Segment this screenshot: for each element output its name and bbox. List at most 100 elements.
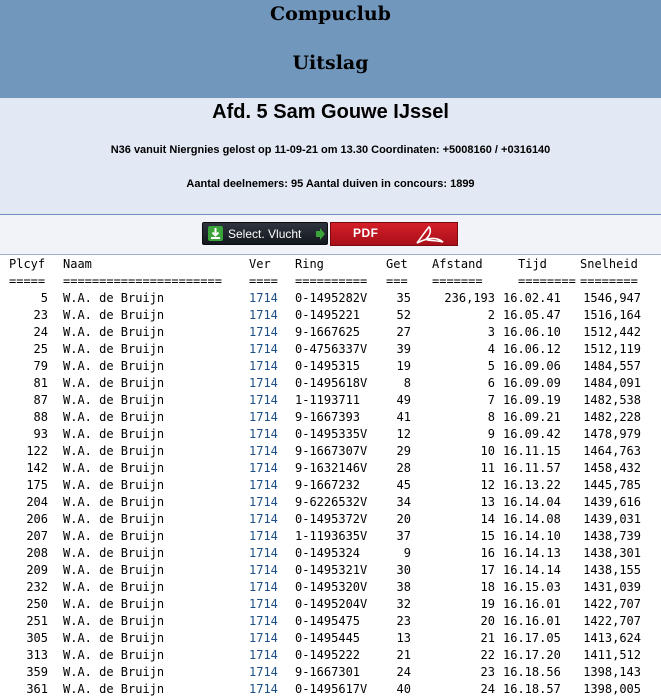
vereniging-link[interactable]: 1714 bbox=[249, 376, 278, 390]
sep-snelheid: ======== bbox=[580, 274, 638, 288]
participants-summary: Aantal deelnemers: 95 Aantal duiven in c… bbox=[186, 178, 475, 190]
cell-naam: W.A. de Bruijn bbox=[63, 359, 165, 373]
vereniging-link[interactable]: 1714 bbox=[249, 325, 278, 339]
cell-ring: 9-1667625 bbox=[295, 325, 361, 339]
cell-afstand: 11 bbox=[480, 461, 495, 475]
cell-plcyf: 142 bbox=[26, 461, 48, 475]
vereniging-link[interactable]: 1714 bbox=[249, 512, 278, 526]
vereniging-link[interactable]: 1714 bbox=[249, 393, 278, 407]
table-row: 313 W.A. de Bruijn 1714 0-1495222 21 22 16.17.… bbox=[0, 648, 661, 665]
cell-ring: 9-1667393 bbox=[295, 410, 361, 424]
cell-afstand: 15 bbox=[480, 529, 495, 543]
vereniging-link[interactable]: 1714 bbox=[249, 410, 278, 424]
vereniging-link[interactable]: 1714 bbox=[249, 546, 278, 560]
cell-tijd: 16.11.15 bbox=[503, 444, 561, 458]
cell-snelheid: 1445,785 bbox=[583, 478, 641, 492]
cell-tijd: 16.15.03 bbox=[503, 580, 561, 594]
cell-get: 39 bbox=[396, 342, 411, 356]
cell-snelheid: 1482,538 bbox=[583, 393, 641, 407]
race-info-panel: Afd. 5 Sam Gouwe IJssel N36 vanuit Nierg… bbox=[0, 98, 661, 215]
cell-ring: 1-1193635V bbox=[295, 529, 368, 543]
vereniging-link[interactable]: 1714 bbox=[249, 529, 278, 543]
cell-plcyf: 206 bbox=[26, 512, 48, 526]
cell-get: 45 bbox=[396, 478, 411, 492]
vereniging-link[interactable]: 1714 bbox=[249, 682, 278, 696]
cell-ring: 0-1495324 bbox=[295, 546, 361, 560]
table-row: 93 W.A. de Bruijn 1714 0-1495335V 12 9 16.09.4… bbox=[0, 427, 661, 444]
cell-ring: 0-1495282V bbox=[295, 291, 368, 305]
cell-naam: W.A. de Bruijn bbox=[63, 529, 165, 543]
sep-afstand: ======= bbox=[432, 274, 483, 288]
cell-ring: 9-1667307V bbox=[295, 444, 368, 458]
table-row: 359 W.A. de Bruijn 1714 9-1667301 24 23 16.18.… bbox=[0, 665, 661, 682]
vereniging-link[interactable]: 1714 bbox=[249, 444, 278, 458]
vereniging-link[interactable]: 1714 bbox=[249, 461, 278, 475]
cell-naam: W.A. de Bruijn bbox=[63, 495, 165, 509]
vereniging-link[interactable]: 1714 bbox=[249, 648, 278, 662]
cell-plcyf: 25 bbox=[33, 342, 48, 356]
table-row: 305 W.A. de Bruijn 1714 0-1495445 13 21 16.17.… bbox=[0, 631, 661, 648]
vereniging-link[interactable]: 1714 bbox=[249, 495, 278, 509]
cell-tijd: 16.14.04 bbox=[503, 495, 561, 509]
table-row: 207 W.A. de Bruijn 1714 1-1193635V 37 15 16.14… bbox=[0, 529, 661, 546]
vereniging-link[interactable]: 1714 bbox=[249, 342, 278, 356]
vereniging-link[interactable]: 1714 bbox=[249, 631, 278, 645]
cell-snelheid: 1484,091 bbox=[583, 376, 641, 390]
cell-ring: 0-1495617V bbox=[295, 682, 368, 696]
cell-tijd: 16.18.57 bbox=[503, 682, 561, 696]
sep-tijd: ======== bbox=[518, 274, 576, 288]
table-row: 23 W.A. de Bruijn 1714 0-1495221 52 2 16.05.47… bbox=[0, 308, 661, 325]
cell-get: 24 bbox=[396, 665, 411, 679]
cell-ring: 0-1495320V bbox=[295, 580, 368, 594]
club-name: Compuclub bbox=[270, 3, 391, 25]
vereniging-link[interactable]: 1714 bbox=[249, 580, 278, 594]
cell-afstand: 21 bbox=[480, 631, 495, 645]
vereniging-link[interactable]: 1714 bbox=[249, 308, 278, 322]
cell-snelheid: 1512,442 bbox=[583, 325, 641, 339]
cell-afstand: 22 bbox=[480, 648, 495, 662]
header-get: Get bbox=[386, 257, 408, 271]
cell-snelheid: 1439,616 bbox=[583, 495, 641, 509]
vereniging-link[interactable]: 1714 bbox=[249, 427, 278, 441]
cell-plcyf: 79 bbox=[33, 359, 48, 373]
select-flight-button[interactable]: Select. Vlucht bbox=[202, 222, 328, 245]
cell-ring: 9-1632146V bbox=[295, 461, 368, 475]
cell-tijd: 16.06.10 bbox=[503, 325, 561, 339]
vereniging-link[interactable]: 1714 bbox=[249, 291, 278, 305]
vereniging-link[interactable]: 1714 bbox=[249, 597, 278, 611]
vereniging-link[interactable]: 1714 bbox=[249, 478, 278, 492]
cell-tijd: 16.11.57 bbox=[503, 461, 561, 475]
table-row: 204 W.A. de Bruijn 1714 9-6226532V 34 13 16.14… bbox=[0, 495, 661, 512]
cell-ring: 1-1193711 bbox=[295, 393, 361, 407]
cell-tijd: 16.09.19 bbox=[503, 393, 561, 407]
cell-afstand: 5 bbox=[487, 359, 495, 373]
cell-snelheid: 1438,301 bbox=[583, 546, 641, 560]
header-ver: Ver bbox=[249, 257, 271, 271]
cell-get: 52 bbox=[396, 308, 411, 322]
button-bar: Select. Vlucht PDF bbox=[0, 215, 661, 255]
cell-snelheid: 1512,119 bbox=[583, 342, 641, 356]
table-row: 5 W.A. de Bruijn 1714 0-1495282V 35 236,193 16… bbox=[0, 291, 661, 308]
select-flight-label: Select. Vlucht bbox=[228, 227, 302, 241]
cell-get: 34 bbox=[396, 495, 411, 509]
cell-snelheid: 1516,164 bbox=[583, 308, 641, 322]
cell-plcyf: 175 bbox=[26, 478, 48, 492]
header-naam: Naam bbox=[63, 257, 92, 271]
cell-get: 23 bbox=[396, 614, 411, 628]
cell-naam: W.A. de Bruijn bbox=[63, 325, 165, 339]
vereniging-link[interactable]: 1714 bbox=[249, 359, 278, 373]
vereniging-link[interactable]: 1714 bbox=[249, 665, 278, 679]
cell-tijd: 16.06.12 bbox=[503, 342, 561, 356]
cell-ring: 0-4756337V bbox=[295, 342, 368, 356]
cell-afstand: 16 bbox=[480, 546, 495, 560]
table-row: 88 W.A. de Bruijn 1714 9-1667393 41 8 16.09.21… bbox=[0, 410, 661, 427]
vereniging-link[interactable]: 1714 bbox=[249, 614, 278, 628]
table-row: 206 W.A. de Bruijn 1714 0-1495372V 20 14 16.14… bbox=[0, 512, 661, 529]
pdf-button[interactable]: PDF bbox=[330, 222, 458, 246]
cell-ring: 0-1495475 bbox=[295, 614, 361, 628]
cell-ring: 0-1495335V bbox=[295, 427, 368, 441]
table-row: 251 W.A. de Bruijn 1714 0-1495475 23 20 16.16.… bbox=[0, 614, 661, 631]
sep-get: === bbox=[386, 274, 408, 288]
vereniging-link[interactable]: 1714 bbox=[249, 563, 278, 577]
download-icon bbox=[208, 226, 223, 241]
